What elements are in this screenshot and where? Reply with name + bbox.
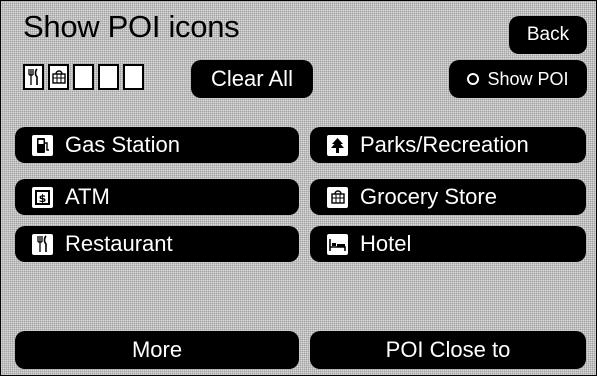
show-poi-button[interactable]: Show POI — [449, 60, 587, 98]
category-parks-recreation-button[interactable]: Parks/Recreation — [310, 127, 586, 163]
parks-recreation-icon — [327, 134, 348, 156]
poi-slot-1[interactable] — [23, 64, 44, 90]
category-label: Hotel — [360, 231, 412, 256]
poi-screen: { "header": { "title": "Show POI icons",… — [0, 0, 597, 376]
category-label: Grocery Store — [360, 184, 497, 209]
restaurant-icon — [28, 68, 38, 85]
category-label: Gas Station — [65, 132, 180, 157]
gas-pump-icon — [32, 134, 53, 156]
selected-poi-slots — [23, 64, 144, 92]
grocery-store-icon — [327, 186, 348, 208]
poi-close-to-button[interactable]: POI Close to — [310, 331, 586, 369]
category-hotel-button[interactable]: Hotel — [310, 226, 586, 262]
poi-slot-2[interactable] — [48, 64, 69, 90]
back-button[interactable]: Back — [509, 16, 587, 54]
clear-all-button[interactable]: Clear All — [191, 60, 313, 98]
poi-slot-3[interactable] — [73, 64, 94, 90]
more-button[interactable]: More — [15, 331, 299, 369]
category-label: Parks/Recreation — [360, 132, 529, 157]
page-title: Show POI icons — [23, 9, 240, 44]
category-label: Restaurant — [65, 231, 173, 256]
restaurant-icon — [32, 233, 53, 255]
grocery-store-icon — [51, 70, 66, 84]
category-label: ATM — [65, 184, 110, 209]
hotel-icon — [327, 233, 348, 255]
category-restaurant-button[interactable]: Restaurant — [15, 226, 299, 262]
atm-icon: $ — [32, 186, 53, 208]
radio-icon — [467, 73, 480, 85]
show-poi-label: Show POI — [487, 68, 569, 89]
category-atm-button[interactable]: $ ATM — [15, 179, 299, 215]
poi-slot-4[interactable] — [98, 64, 119, 90]
category-gas-station-button[interactable]: Gas Station — [15, 127, 299, 163]
poi-slot-5[interactable] — [123, 64, 144, 90]
category-grocery-store-button[interactable]: Grocery Store — [310, 179, 586, 215]
svg-text:$: $ — [39, 192, 47, 205]
